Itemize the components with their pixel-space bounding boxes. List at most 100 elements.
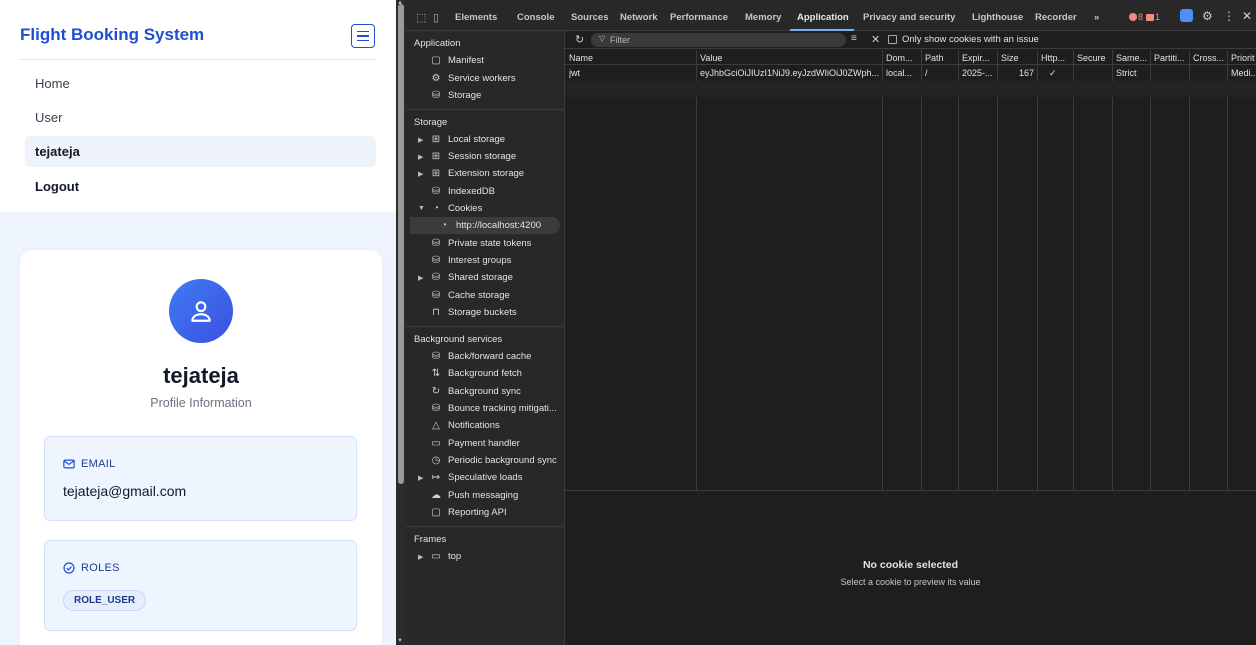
issues-badge[interactable]: 81 — [1129, 12, 1160, 22]
sidebar-item-session-storage[interactable]: ▶ ⊞ Session storage — [418, 151, 516, 162]
inspect-element-icon[interactable]: ⬚ — [416, 11, 426, 24]
sidebar-label: Reporting API — [448, 507, 507, 518]
sidebar-item-extension-storage[interactable]: ▶ ⊞ Extension storage — [418, 168, 524, 179]
tab-application[interactable]: Application — [797, 12, 849, 23]
tab-performance[interactable]: Performance — [670, 12, 728, 23]
sidebar-item-bounce-tracking[interactable]: ⛁ Bounce tracking mitigati... — [430, 403, 557, 414]
column-header[interactable]: Path — [925, 53, 957, 63]
only-issue-checkbox[interactable] — [888, 35, 897, 44]
nav-menu: Home User tejateja Logout — [0, 60, 396, 212]
table-icon: ⊞ — [431, 151, 441, 162]
column-divider[interactable] — [1037, 50, 1038, 490]
tab-recorder[interactable]: Recorder — [1035, 12, 1077, 23]
sidebar-item-speculative-loads[interactable]: ▶ ↦ Speculative loads — [418, 472, 522, 483]
column-divider[interactable] — [1112, 50, 1113, 490]
tab-lighthouse[interactable]: Lighthouse — [972, 12, 1023, 23]
kebab-menu-icon[interactable]: ⋮ — [1223, 9, 1235, 23]
nav-item-profile[interactable]: tejateja — [25, 136, 376, 167]
tab-network[interactable]: Network — [620, 12, 657, 23]
cookie-path: / — [925, 68, 928, 78]
column-divider[interactable] — [1150, 50, 1151, 490]
menu-toggle-button[interactable] — [351, 24, 375, 48]
database-icon: ⛁ — [431, 90, 441, 101]
column-divider[interactable] — [882, 50, 883, 490]
collapse-arrow-icon[interactable]: ▼ — [418, 205, 425, 212]
tab-console[interactable]: Console — [517, 12, 554, 23]
expand-arrow-icon[interactable]: ▶ — [418, 474, 423, 482]
sidebar-item-frame-top[interactable]: ▶ ▭ top — [418, 551, 461, 562]
sidebar-item-storage-buckets[interactable]: ⊓ Storage buckets — [430, 307, 517, 318]
cookie-samesite: Strict — [1116, 68, 1137, 78]
column-divider[interactable] — [958, 50, 959, 490]
sidebar-item-indexeddb[interactable]: ⛁ IndexedDB — [430, 186, 495, 197]
sidebar-item-reporting-api[interactable]: ▢ Reporting API — [430, 507, 507, 518]
sidebar-item-background-sync[interactable]: ↻ Background sync — [430, 386, 521, 397]
close-icon[interactable]: ✕ — [1242, 9, 1252, 23]
sidebar-item-bfcache[interactable]: ⛁ Back/forward cache — [430, 351, 532, 362]
sidebar-item-push-messaging[interactable]: ☁ Push messaging — [430, 490, 518, 501]
nav-item-home[interactable]: Home — [25, 68, 376, 99]
page-scrollbar[interactable]: ▲ ▼ — [396, 0, 406, 645]
tab-privacy-security[interactable]: Privacy and security — [863, 12, 955, 23]
refresh-icon[interactable]: ↻ — [575, 33, 584, 46]
column-header[interactable]: Name — [569, 53, 693, 63]
sidebar-item-storage[interactable]: ⛁ Storage — [430, 90, 481, 101]
expand-arrow-icon[interactable]: ▶ — [418, 274, 423, 282]
column-divider[interactable] — [1189, 50, 1190, 490]
sidebar-item-cache-storage[interactable]: ⛁ Cache storage — [430, 290, 510, 301]
sidebar-item-periodic-sync[interactable]: ◷ Periodic background sync — [430, 455, 557, 466]
tab-memory[interactable]: Memory — [745, 12, 781, 23]
sidebar-item-cookie-origin[interactable]: ◔ http://localhost:4200 — [438, 220, 541, 231]
brand-title[interactable]: Flight Booking System — [20, 25, 204, 45]
scrollbar-thumb[interactable] — [398, 4, 404, 484]
nav-item-user[interactable]: User — [25, 102, 376, 133]
column-header[interactable]: Size — [1001, 53, 1036, 63]
column-divider[interactable] — [997, 50, 998, 490]
column-header[interactable]: Secure — [1077, 53, 1111, 63]
tab-elements[interactable]: Elements — [455, 12, 497, 23]
sidebar-item-private-state-tokens[interactable]: ⛁ Private state tokens — [430, 238, 532, 249]
sidebar-item-manifest[interactable]: ▢ Manifest — [430, 55, 484, 66]
sidebar-item-service-workers[interactable]: ⚙ Service workers — [430, 73, 516, 84]
column-header[interactable]: Cross... — [1193, 53, 1226, 63]
sidebar-item-background-fetch[interactable]: ⇅ Background fetch — [430, 368, 522, 379]
only-issue-toggle[interactable]: Only show cookies with an issue — [888, 34, 1039, 45]
gear-icon[interactable]: ⚙ — [1202, 9, 1213, 23]
expand-arrow-icon[interactable]: ▶ — [418, 153, 423, 161]
column-header[interactable]: Expir... — [962, 53, 996, 63]
clear-filtered-cookies-icon[interactable]: ≡ — [851, 33, 857, 44]
menu-icon — [357, 35, 369, 37]
sidebar-label: Back/forward cache — [448, 351, 532, 362]
device-toolbar-icon[interactable]: ▯ — [433, 11, 439, 24]
column-header[interactable]: Same... — [1116, 53, 1149, 63]
sidebar-item-local-storage[interactable]: ▶ ⊞ Local storage — [418, 134, 505, 145]
expand-arrow-icon[interactable]: ▶ — [418, 170, 423, 178]
column-header[interactable]: Http... — [1041, 53, 1072, 63]
column-header[interactable]: Value — [700, 53, 880, 63]
cookie-httponly: ✓ — [1049, 68, 1057, 78]
sidebar-item-payment-handler[interactable]: ▭ Payment handler — [430, 438, 520, 449]
filter-input[interactable] — [610, 33, 840, 47]
filter-icon: ▽ — [599, 34, 606, 43]
column-header[interactable]: Partiti... — [1154, 53, 1188, 63]
sidebar-item-interest-groups[interactable]: ⛁ Interest groups — [430, 255, 512, 266]
column-divider[interactable] — [696, 50, 697, 490]
column-divider[interactable] — [1073, 50, 1074, 490]
clear-all-icon[interactable]: ✕ — [871, 33, 880, 46]
nav-item-logout[interactable]: Logout — [25, 171, 376, 202]
sidebar-item-notifications[interactable]: △ Notifications — [430, 420, 500, 431]
sidebar-item-shared-storage[interactable]: ▶ ⛁ Shared storage — [418, 272, 513, 283]
extension-icon[interactable] — [1180, 9, 1193, 22]
expand-arrow-icon[interactable]: ▶ — [418, 136, 423, 144]
sidebar-item-cookies[interactable]: ▼ ◔ Cookies — [418, 203, 482, 214]
table-row[interactable]: jwt eyJhbGciOiJIUzI1NiJ9.eyJzdWIiOiJ0ZWp… — [565, 65, 1256, 81]
filter-box[interactable]: ▽ — [591, 33, 846, 47]
column-divider[interactable] — [1227, 50, 1228, 490]
tab-sources[interactable]: Sources — [571, 12, 609, 23]
expand-arrow-icon[interactable]: ▶ — [418, 553, 423, 561]
column-divider[interactable] — [921, 50, 922, 490]
column-header[interactable]: Dom... — [886, 53, 920, 63]
column-header[interactable]: Priorit — [1231, 53, 1256, 63]
scroll-down-icon[interactable]: ▼ — [397, 638, 403, 644]
more-tabs-icon[interactable]: » — [1094, 12, 1099, 23]
